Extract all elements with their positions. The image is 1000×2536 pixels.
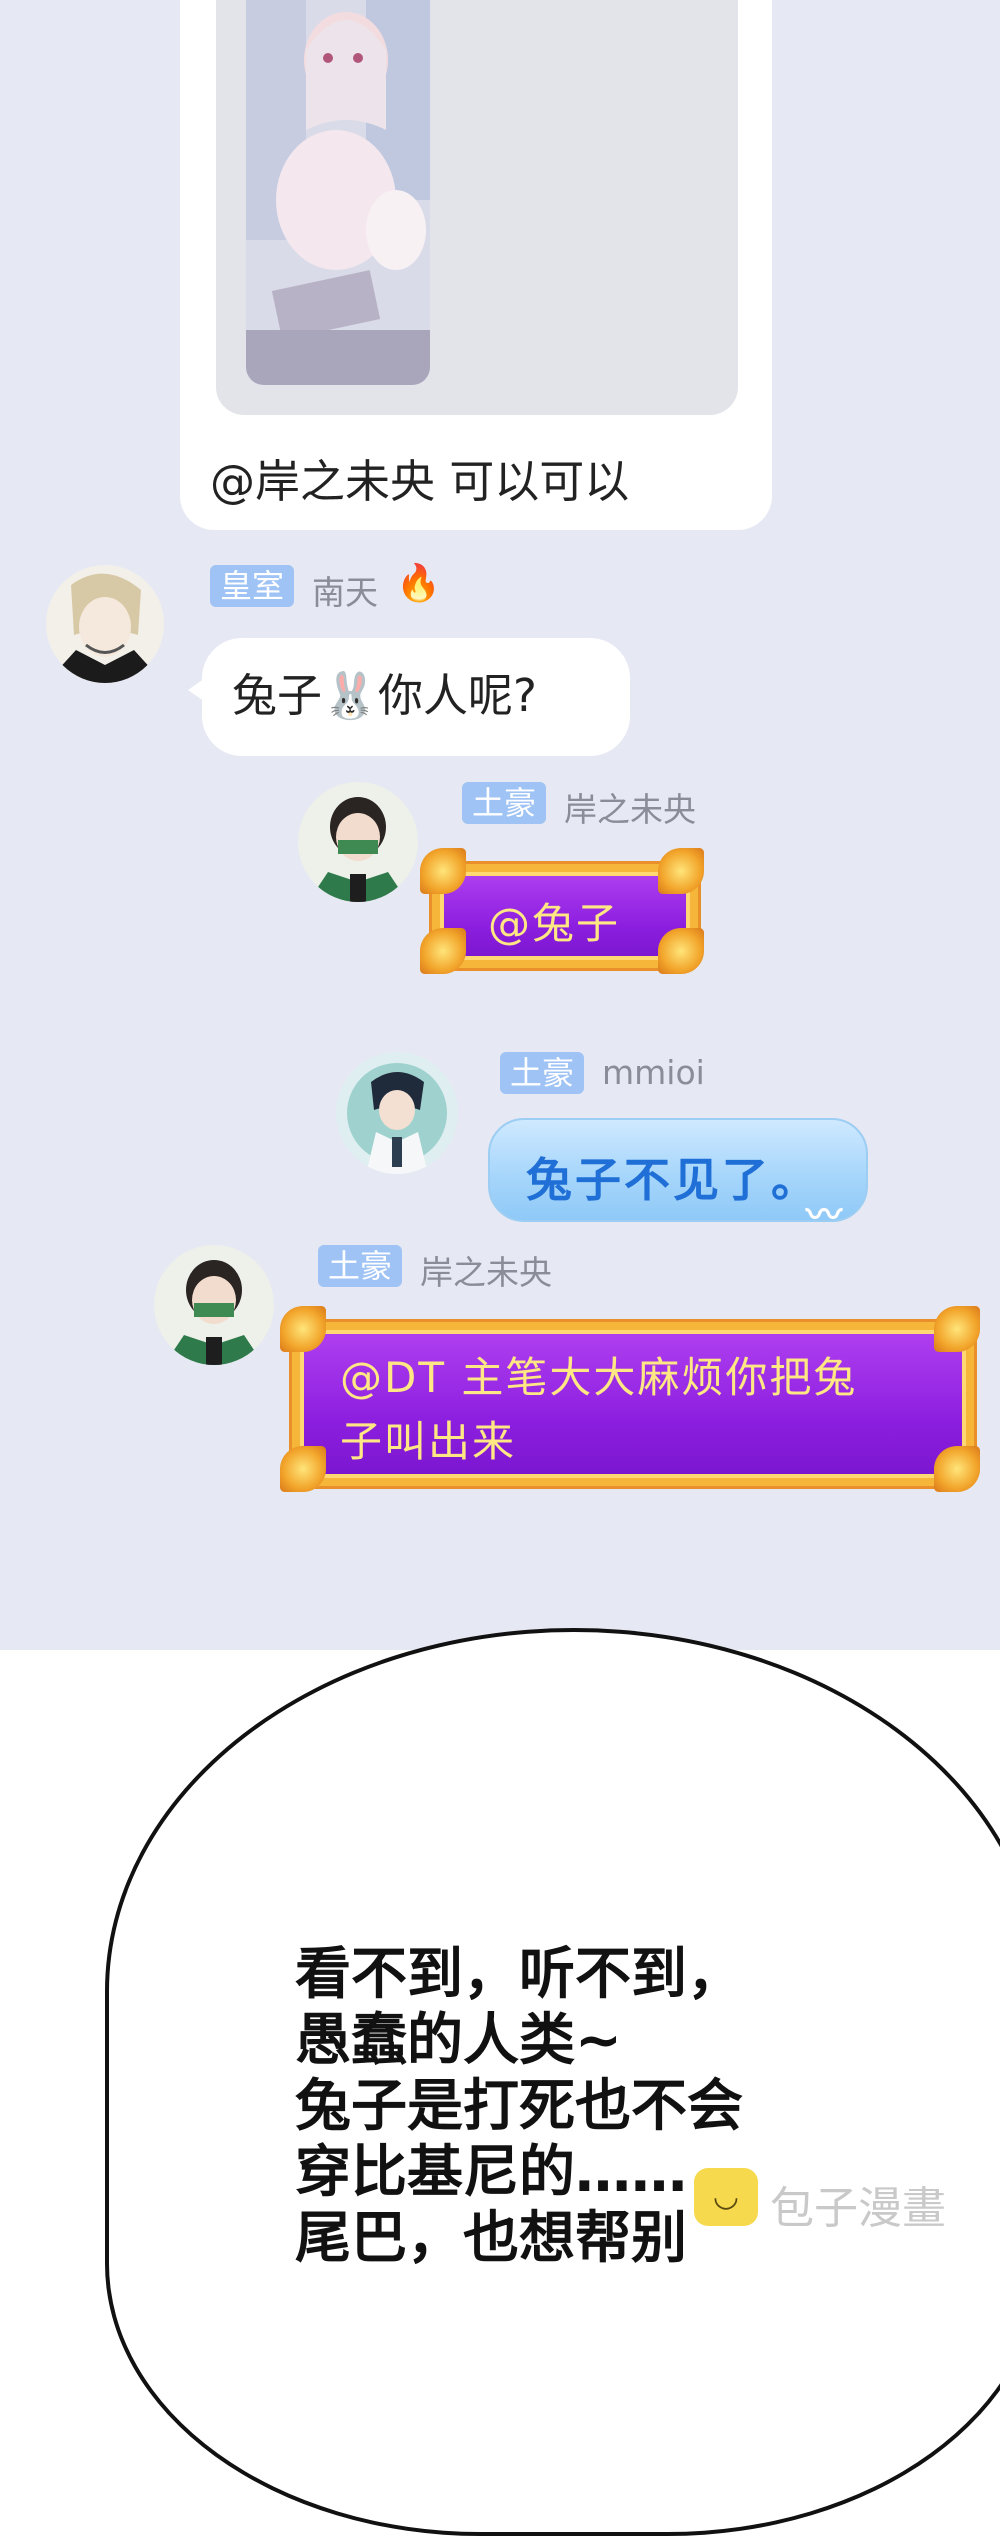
image-caption: @岸之未央 可以可以 — [210, 455, 630, 508]
message-text: @兔子 — [488, 899, 621, 948]
ornament-corner — [280, 1306, 326, 1352]
ornament-corner — [658, 848, 704, 894]
nickname[interactable]: 岸之未央 — [564, 783, 696, 831]
message-bubble[interactable]: 兔子🐰你人呢? — [188, 638, 630, 756]
message-bubble[interactable]: 兔子不见了。 〰 — [488, 1118, 868, 1236]
message-bubble[interactable]: @DT 主笔大大麻烦你把兔 子叫出来 — [292, 1322, 974, 1486]
wave-icon: 〰 — [806, 1195, 846, 1236]
ornament-corner — [280, 1446, 326, 1492]
message-text-line1: @DT 主笔大大麻烦你把兔 — [340, 1353, 858, 1402]
watermark: 包子漫畫 — [770, 2183, 946, 2234]
nickname[interactable]: 南天 — [312, 566, 378, 614]
nickname[interactable]: 岸之未央 — [420, 1246, 552, 1294]
avatar[interactable] — [46, 565, 164, 683]
bubble-tail — [188, 676, 208, 704]
speech-line: 尾巴，也想帮别 — [295, 2206, 687, 2271]
rank-tag: 土豪 — [500, 1052, 585, 1094]
avatar[interactable] — [154, 1245, 274, 1365]
rank-tag: 皇室 — [210, 565, 295, 607]
ornament-corner — [934, 1446, 980, 1492]
speech-line: 看不到，听不到， — [295, 1942, 743, 2007]
ornament-corner — [934, 1306, 980, 1352]
bun-icon: ◡ — [694, 2168, 758, 2226]
ornament-corner — [420, 848, 466, 894]
speech-line: 穿比基尼的…… — [295, 2140, 687, 2205]
nickname[interactable]: mmioi — [602, 1053, 705, 1092]
avatar[interactable] — [336, 1052, 458, 1174]
avatar[interactable] — [298, 782, 418, 902]
message-text-line2: 子叫出来 — [340, 1417, 517, 1466]
message-text: 兔子🐰你人呢? — [232, 669, 537, 722]
rank-tag: 土豪 — [462, 782, 547, 824]
speech-line: 愚蠢的人类~ — [295, 2008, 622, 2073]
message-text: 兔子不见了。 — [526, 1153, 820, 1207]
shared-photo[interactable] — [246, 0, 430, 385]
speech-text: 看不到，听不到， 愚蠢的人类~ 兔子是打死也不会 穿比基尼的…… 尾巴，也想帮别 — [295, 1942, 743, 2272]
ornament-corner — [658, 928, 704, 974]
speech-line: 兔子是打死也不会 — [295, 2074, 743, 2139]
fire-icon: 🔥 — [396, 563, 441, 604]
ornament-corner — [420, 928, 466, 974]
rank-tag: 土豪 — [318, 1245, 403, 1287]
